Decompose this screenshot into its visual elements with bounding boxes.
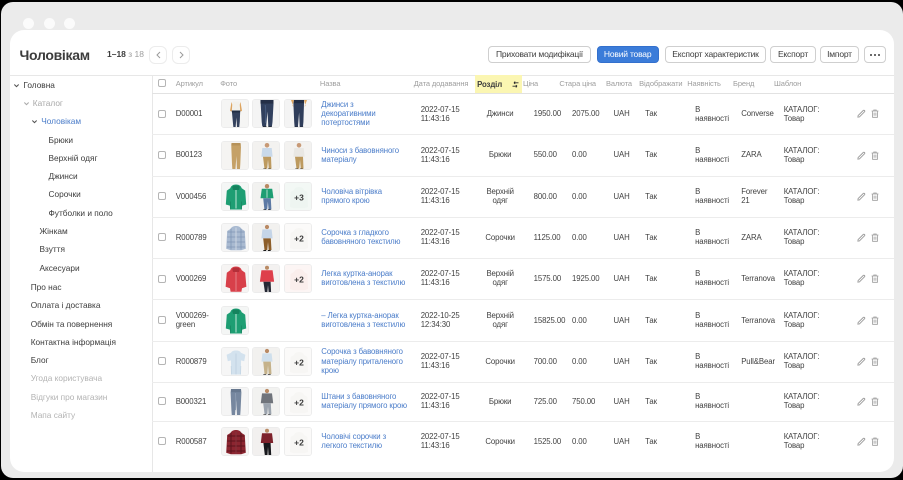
- svg-text:+2: +2: [294, 357, 304, 367]
- svg-text:+2: +2: [294, 275, 304, 285]
- svg-text:+2: +2: [294, 437, 304, 447]
- svg-text:+2: +2: [294, 233, 304, 243]
- svg-text:+2: +2: [294, 397, 304, 407]
- svg-text:+3: +3: [294, 192, 304, 202]
